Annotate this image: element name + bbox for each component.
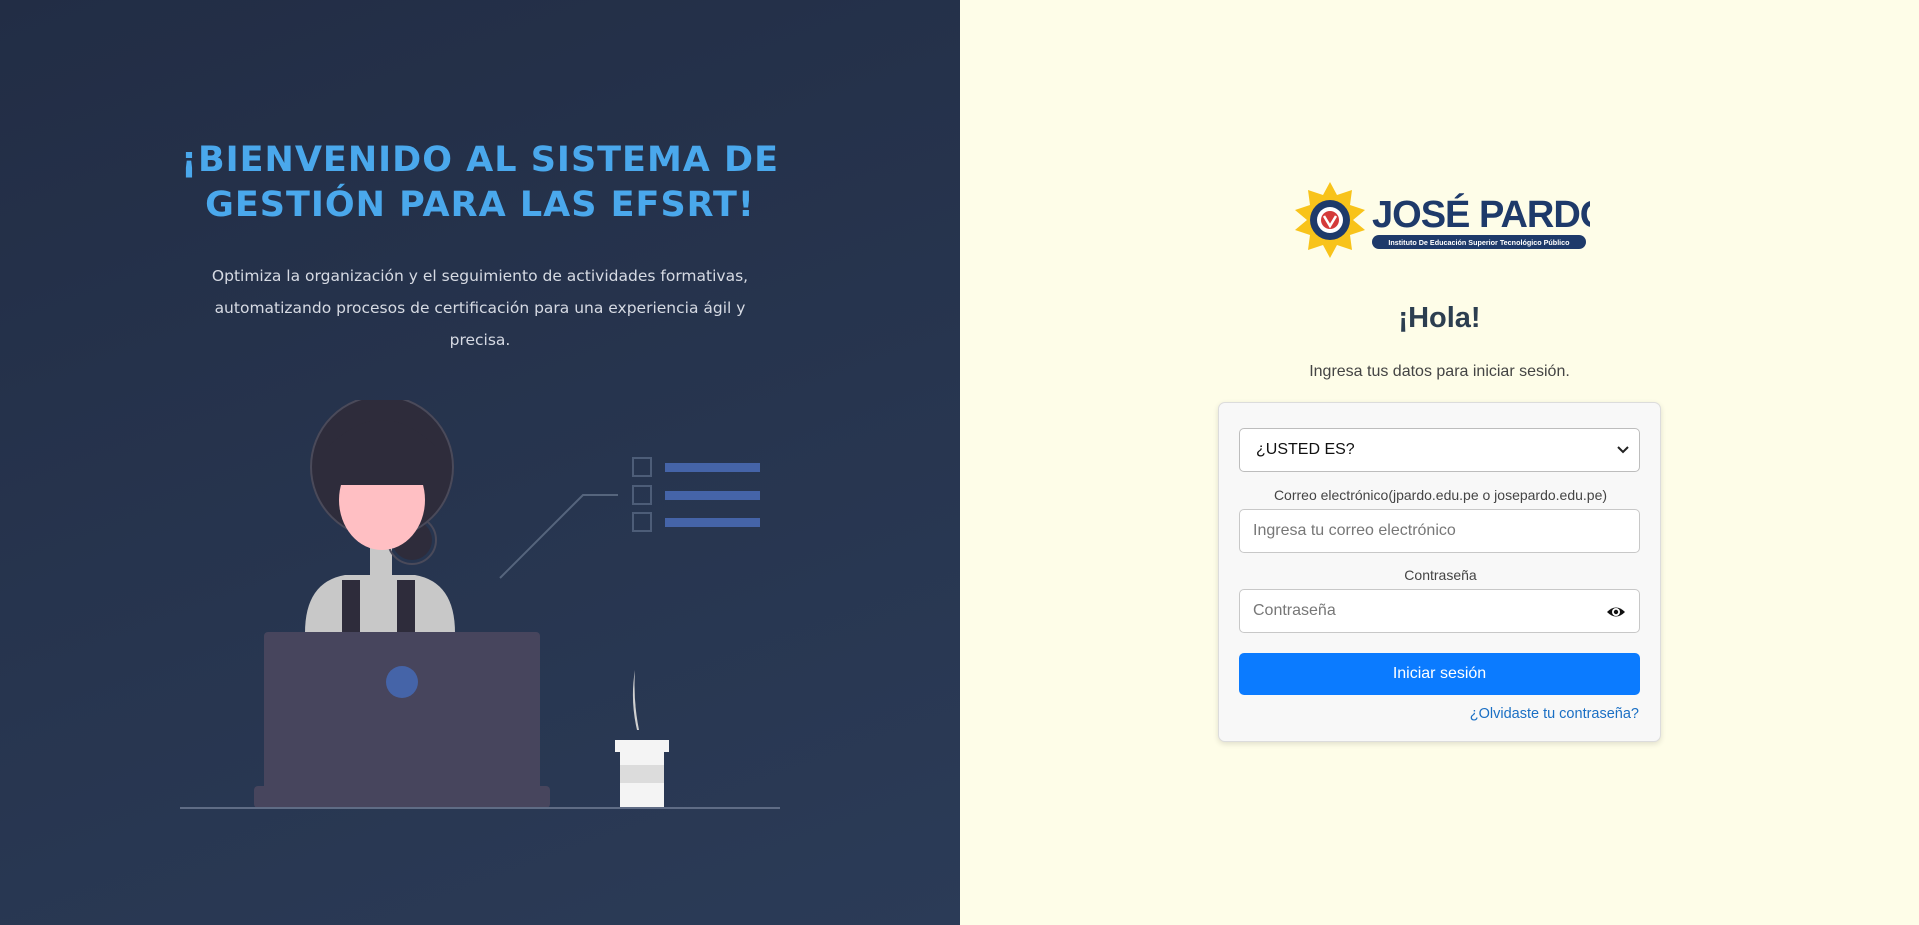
institute-emblem-icon xyxy=(1295,182,1365,258)
coffee-cup-graphic xyxy=(615,670,669,807)
login-subtitle: Ingresa tus datos para iniciar sesión. xyxy=(1309,363,1570,380)
logo-wordmark: JOSÉ PARDO xyxy=(1372,192,1590,236)
welcome-panel: ¡Bienvenido al sistema de gestión para l… xyxy=(0,0,960,925)
greeting-heading: ¡Hola! xyxy=(1398,302,1481,334)
password-field[interactable]: Contraseña xyxy=(1239,589,1640,633)
woman-at-laptop-illustration xyxy=(180,400,780,809)
login-panel: JOSÉ PARDO Instituto De Educación Superi… xyxy=(960,0,1919,925)
jose-pardo-logo: JOSÉ PARDO Instituto De Educación Superi… xyxy=(1290,180,1609,262)
person-graphic xyxy=(305,400,455,633)
eye-icon[interactable] xyxy=(1606,602,1626,622)
role-select-value: ¿USTED ES? xyxy=(1256,441,1355,458)
chevron-down-icon xyxy=(1617,443,1629,457)
email-label: Correo electrónico(jpardo.edu.pe o josep… xyxy=(1273,487,1608,503)
checklist-graphic xyxy=(499,457,760,579)
password-label: Contraseña xyxy=(1404,567,1477,583)
login-button[interactable]: Iniciar sesión xyxy=(1239,653,1640,695)
laptop-graphic xyxy=(180,632,780,809)
welcome-title: ¡Bienvenido al sistema de gestión para l… xyxy=(180,140,780,225)
email-placeholder: Ingresa tu correo electrónico xyxy=(1253,522,1456,539)
password-placeholder: Contraseña xyxy=(1253,602,1336,619)
welcome-description: Optimiza la organización y el seguimient… xyxy=(211,267,749,349)
email-field[interactable]: Ingresa tu correo electrónico xyxy=(1239,509,1640,553)
role-select[interactable]: ¿USTED ES? xyxy=(1239,428,1640,472)
login-form: ¿USTED ES? Correo electrónico(jpardo.edu… xyxy=(1218,402,1661,742)
logo-tagline: Instituto De Educación Superior Tecnológ… xyxy=(1388,238,1570,247)
forgot-password-link[interactable]: ¿Olvidaste tu contraseña? xyxy=(1470,706,1639,722)
